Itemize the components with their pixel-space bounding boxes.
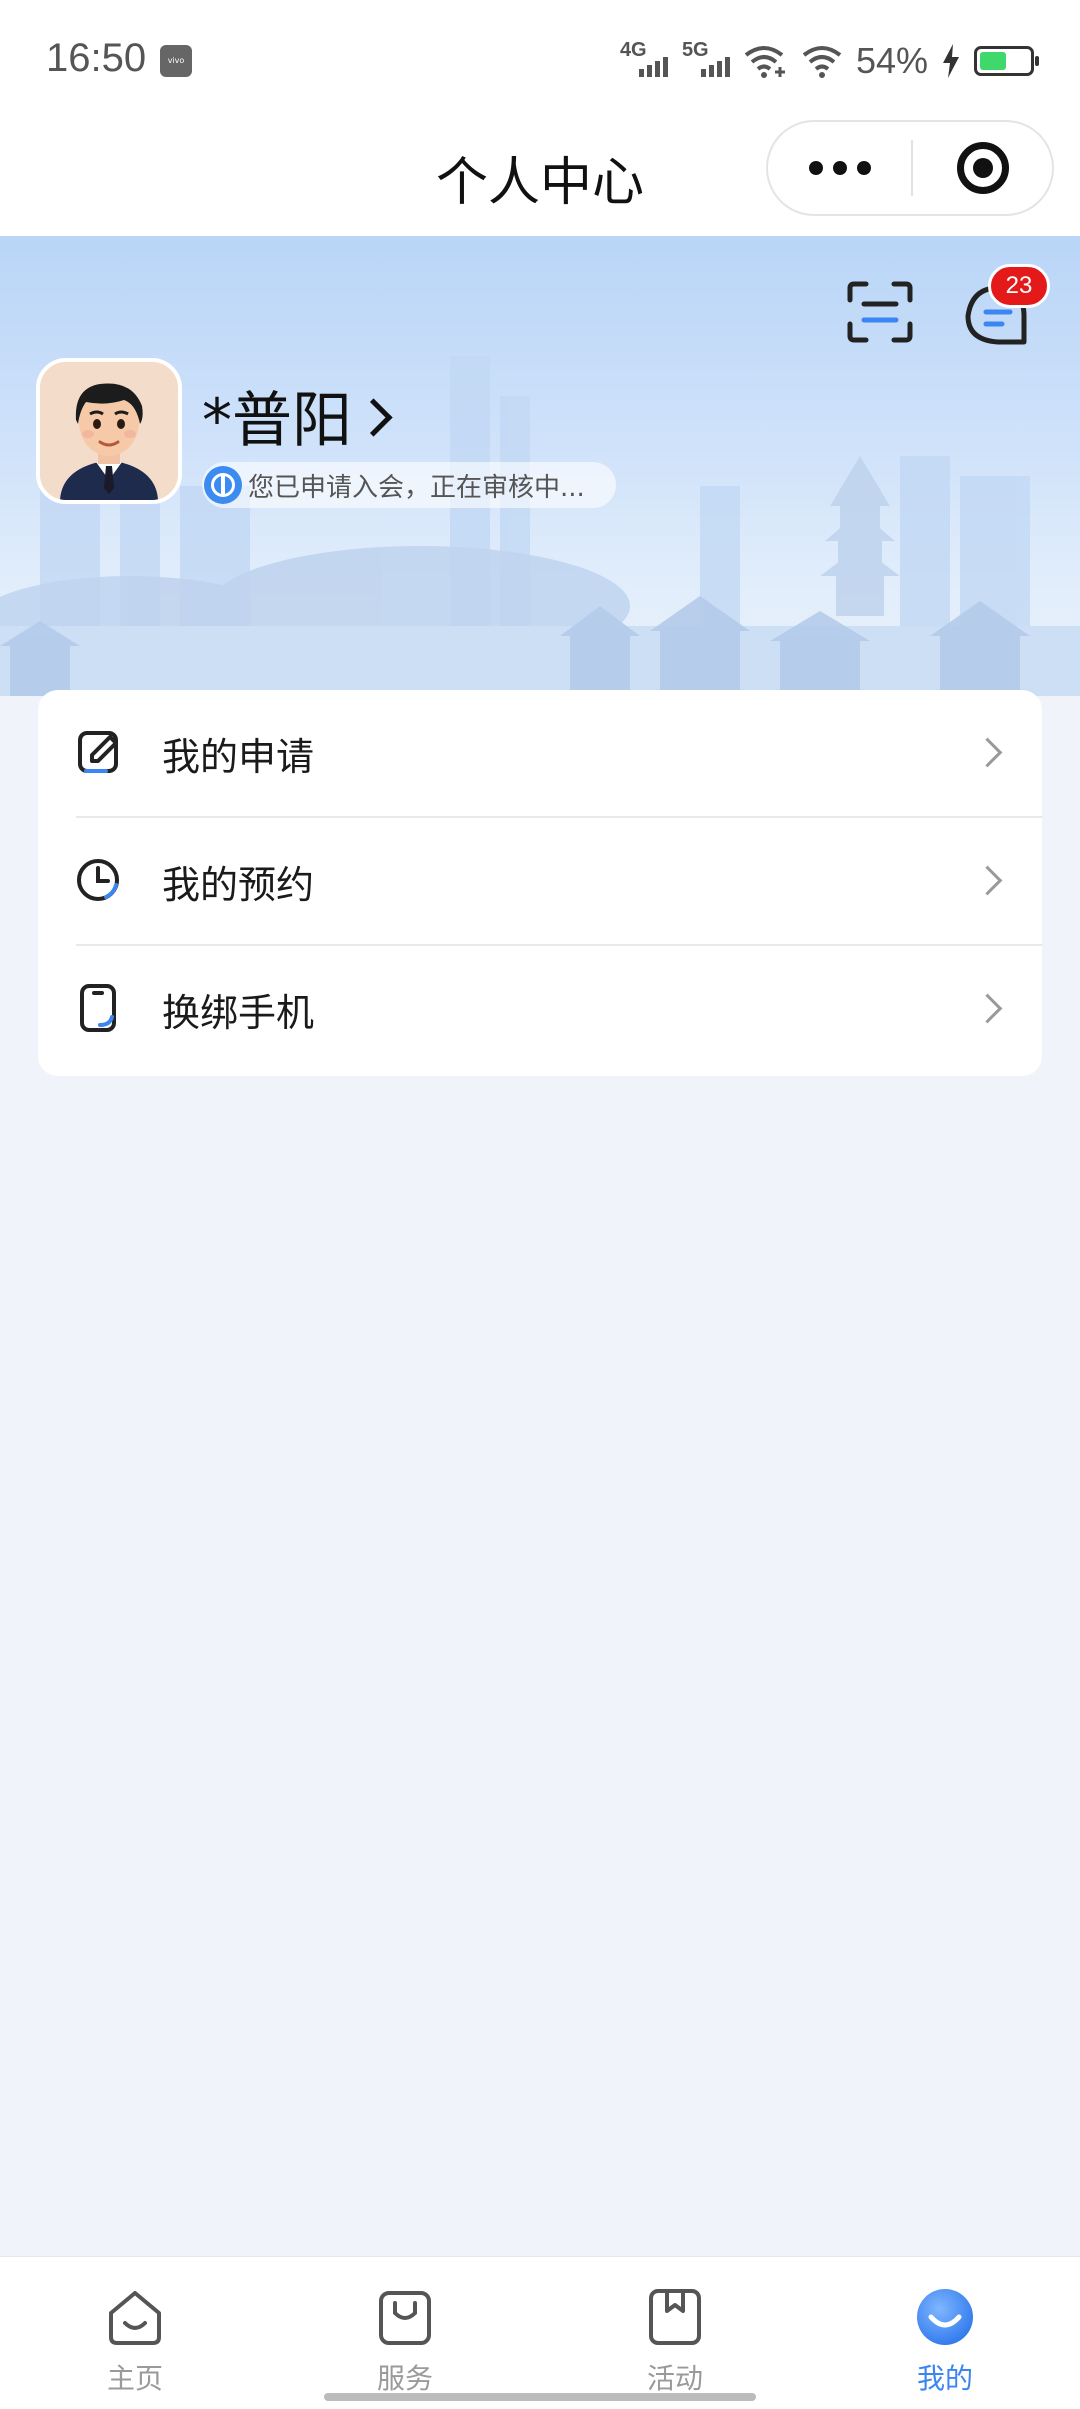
chevron-right-icon xyxy=(972,865,1003,896)
tab-label: 活动 xyxy=(646,2362,703,2395)
profile-smile-icon xyxy=(917,2289,973,2345)
edit-document-icon xyxy=(78,731,118,773)
avatar[interactable] xyxy=(36,358,182,504)
user-name: *普阳 xyxy=(202,386,352,456)
home-indicator[interactable] xyxy=(324,2393,756,2401)
more-dots-icon[interactable] xyxy=(768,122,911,214)
tab-services[interactable]: 服务 xyxy=(270,2257,540,2409)
signal-4g-icon: 4G xyxy=(620,39,668,81)
scan-icon[interactable] xyxy=(846,280,914,344)
menu-item-my-appointments[interactable]: 我的预约 xyxy=(38,818,1042,944)
unread-badge: 23 xyxy=(988,264,1050,308)
mini-program-capsule xyxy=(766,120,1054,216)
signal-5g-icon: 5G xyxy=(682,39,730,81)
title-bar: 个人中心 xyxy=(0,120,1080,236)
status-bar: 16:50 vivo 4G 5G 54% xyxy=(0,0,1080,120)
chevron-right-icon xyxy=(354,398,393,437)
bookmark-icon xyxy=(649,2289,701,2345)
user-name-link[interactable]: *普阳 xyxy=(202,372,393,459)
profile-hero: 23 *普阳 您已申请入会，正在审核中... xyxy=(0,236,1080,696)
wifi-icon xyxy=(802,46,842,78)
charging-icon xyxy=(943,44,959,78)
menu-item-label: 换绑手机 xyxy=(162,991,315,1035)
tab-mine[interactable]: 我的 xyxy=(810,2257,1080,2409)
menu-item-my-applications[interactable]: 我的申请 xyxy=(38,690,1042,816)
phone-icon xyxy=(80,984,116,1032)
menu-card: 我的申请 我的预约 换绑手机 xyxy=(38,690,1042,1076)
tab-activities[interactable]: 活动 xyxy=(540,2257,810,2409)
union-logo-icon xyxy=(204,466,242,504)
target-circle-icon xyxy=(956,142,1009,194)
battery-icon xyxy=(974,46,1039,76)
close-program-button[interactable] xyxy=(913,142,1052,194)
home-icon xyxy=(109,2291,161,2345)
bag-icon xyxy=(379,2291,431,2345)
tab-label: 主页 xyxy=(106,2362,163,2395)
menu-item-label: 我的申请 xyxy=(162,735,315,779)
tab-label: 我的 xyxy=(916,2362,973,2395)
menu-item-rebind-phone[interactable]: 换绑手机 xyxy=(38,946,1042,1072)
avatar-cartoon-man xyxy=(40,362,178,500)
menu-item-label: 我的预约 xyxy=(162,863,315,907)
carrier-badge: vivo xyxy=(160,45,192,77)
membership-status-text: 您已申请入会，正在审核中... xyxy=(248,472,585,503)
bottom-tab-bar: 主页 服务 活动 我的 xyxy=(0,2256,1080,2409)
chevron-right-icon xyxy=(972,737,1003,768)
status-indicators: 4G 5G 54% xyxy=(620,36,1039,86)
membership-status: 您已申请入会，正在审核中... xyxy=(202,462,616,508)
battery-percent: 54% xyxy=(855,40,928,81)
wifi-plus-icon xyxy=(744,46,785,78)
chevron-right-icon xyxy=(972,993,1003,1024)
tab-label: 服务 xyxy=(376,2362,433,2395)
clock-icon xyxy=(77,859,119,901)
battery-fill xyxy=(980,52,1006,70)
tab-home[interactable]: 主页 xyxy=(0,2257,270,2409)
status-time: 16:50 xyxy=(46,36,147,80)
